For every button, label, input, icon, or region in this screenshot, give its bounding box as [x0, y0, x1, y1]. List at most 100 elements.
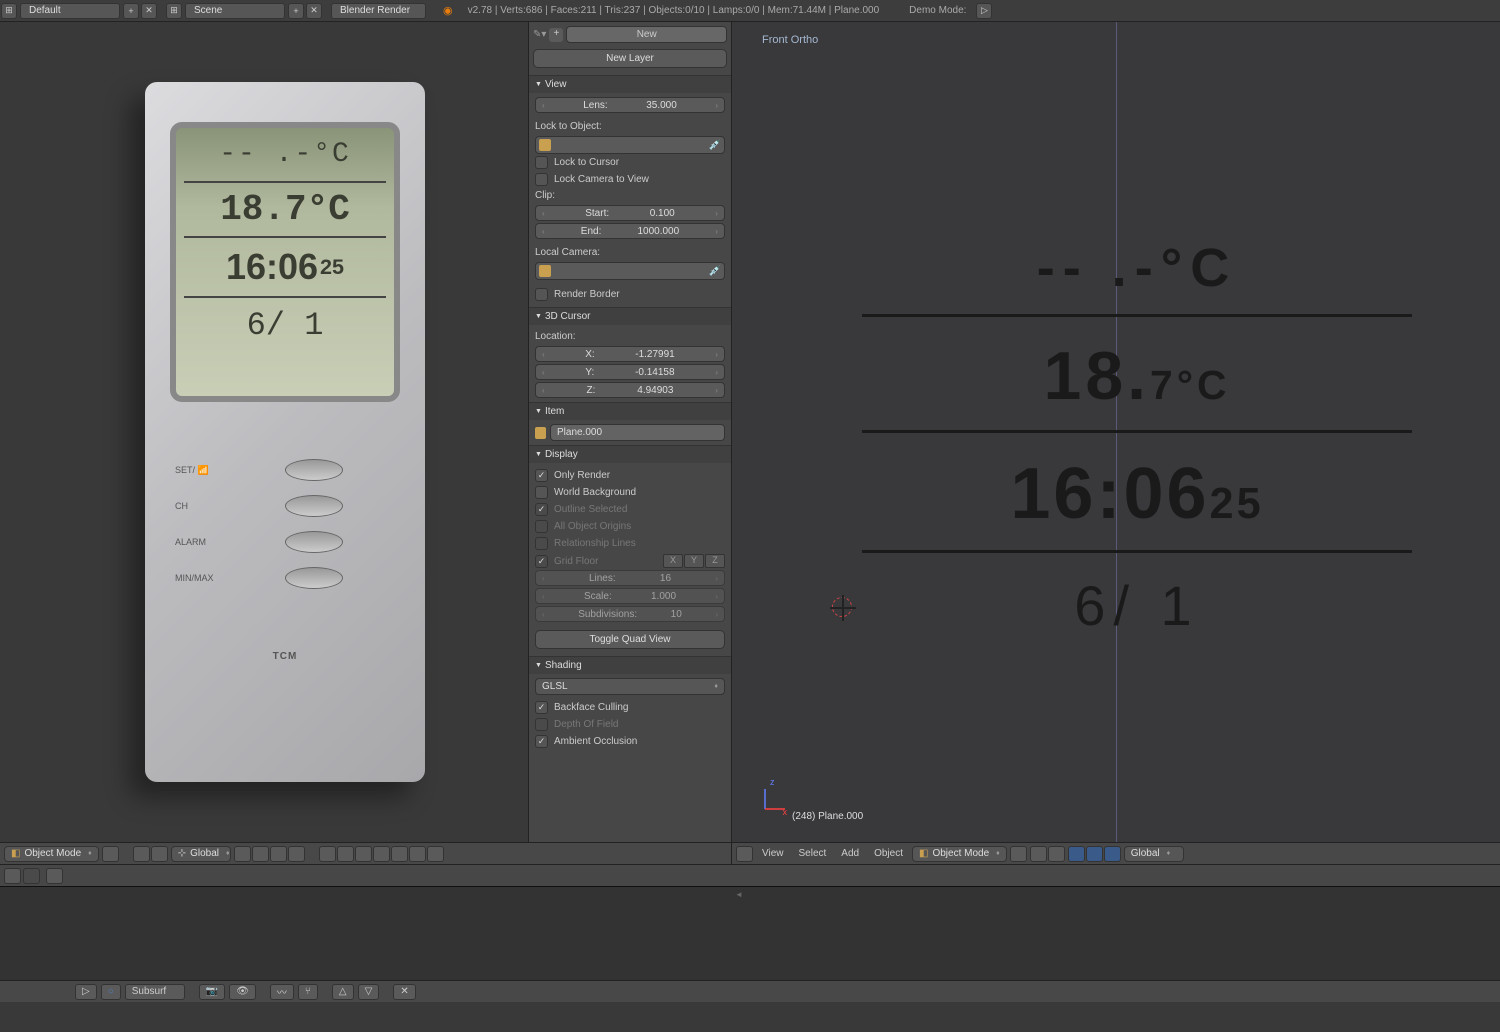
object-menu[interactable]: Object [868, 848, 909, 859]
cursor-y-field[interactable]: ‹Y:-0.14158› [535, 364, 725, 380]
delete-layout-button[interactable]: ✕ [141, 3, 157, 19]
editor-type-icon[interactable] [736, 846, 753, 862]
tool-icon[interactable] [427, 846, 444, 862]
viewport-left[interactable]: -- .-°C 18.7°C 16:0625 6/ 1 SET/ 📶 CH AL… [0, 22, 528, 842]
eye-icon[interactable]: 👁 [229, 984, 256, 1000]
toggle-quad-button[interactable]: Toggle Quad View [535, 630, 725, 649]
lens-field[interactable]: ‹Lens:35.000› [535, 97, 725, 113]
strip-icon[interactable] [46, 868, 63, 884]
render-border-checkbox[interactable] [535, 288, 548, 301]
world-bg-label: World Background [554, 487, 636, 498]
ao-label: Ambient Occlusion [554, 736, 637, 747]
add-layout-button[interactable]: + [123, 3, 139, 19]
fork-icon[interactable]: ⑂ [298, 984, 318, 1000]
local-camera-field[interactable]: 💉 [535, 262, 725, 280]
seg-row-2: 18.7°C [862, 337, 1412, 433]
clip-start-field[interactable]: ‹Start:0.100› [535, 205, 725, 221]
tool-icon[interactable] [355, 846, 372, 862]
local-camera-label: Local Camera: [535, 247, 725, 258]
ao-checkbox[interactable] [535, 735, 548, 748]
add-scene-button[interactable]: + [288, 3, 304, 19]
scene-dropdown[interactable]: Scene [185, 3, 285, 19]
layer-icon[interactable] [234, 846, 251, 862]
up-icon[interactable]: △ [332, 984, 354, 1000]
manip-icon[interactable] [151, 846, 168, 862]
manip-scale-icon[interactable] [1104, 846, 1121, 862]
world-bg-checkbox[interactable] [535, 486, 548, 499]
eyedropper-icon[interactable]: 💉 [709, 266, 721, 277]
shading-section-header[interactable]: Shading [529, 656, 731, 674]
view-menu[interactable]: View [756, 848, 790, 859]
cursor-section-header[interactable]: 3D Cursor [529, 307, 731, 325]
play-icon[interactable]: ▷ [75, 984, 97, 1000]
pivot-icon[interactable] [1030, 846, 1047, 862]
record-icon[interactable]: ○ [101, 984, 121, 1000]
eyedropper-icon[interactable]: 💉 [709, 140, 721, 151]
delete-scene-button[interactable]: ✕ [306, 3, 322, 19]
manip-rot-icon[interactable] [1086, 846, 1103, 862]
strip-icon[interactable] [4, 868, 21, 884]
tool-icon[interactable] [409, 846, 426, 862]
demo-play-button[interactable]: ▷ [976, 3, 992, 19]
lock-camera-checkbox[interactable] [535, 173, 548, 186]
tool-icon[interactable] [319, 846, 336, 862]
subsurf-field[interactable]: Subsurf [125, 984, 185, 1000]
item-name-field[interactable]: Plane.000 [550, 424, 725, 441]
mode-dropdown-left[interactable]: ◧Object Mode [4, 846, 99, 862]
display-section-header[interactable]: Display [529, 445, 731, 463]
viewport-right[interactable]: Front Ortho -- .-°C 18.7°C 16:0625 6/ 1 … [732, 22, 1500, 842]
waveform-icon[interactable]: 〰 [270, 984, 294, 1000]
layer-icon[interactable] [288, 846, 305, 862]
select-menu[interactable]: Select [793, 848, 833, 859]
tool-icon[interactable] [391, 846, 408, 862]
dof-checkbox [535, 718, 548, 731]
viewport-header-bar: ◧Object Mode ⊹Global View Select Add Obj… [0, 842, 1500, 864]
new-button[interactable]: New [566, 26, 727, 43]
cursor-3d-icon [832, 597, 852, 617]
shading-mode-dropdown[interactable]: GLSL [535, 678, 725, 695]
down-icon[interactable]: ▽ [358, 984, 380, 1000]
pencil-icon[interactable]: ✎▾ [533, 29, 546, 40]
cursor-z-field[interactable]: ‹Z:4.94903› [535, 382, 725, 398]
active-object-label: (248) Plane.000 [792, 811, 863, 822]
grid-floor-checkbox [535, 555, 548, 568]
shading-icon[interactable] [102, 846, 119, 862]
manip-move-icon[interactable] [1068, 846, 1085, 862]
scene-browse-icon[interactable]: ⊞ [166, 3, 182, 19]
camera-icon[interactable]: 📷 [199, 984, 225, 1000]
lock-object-field[interactable]: 💉 [535, 136, 725, 154]
cursor-x-field[interactable]: ‹X:-1.27991› [535, 346, 725, 362]
tool-icon[interactable] [337, 846, 354, 862]
layer-icon[interactable] [252, 846, 269, 862]
lock-object-label: Lock to Object: [535, 121, 725, 132]
origins-checkbox [535, 520, 548, 533]
screen-layout-dropdown[interactable]: Default [20, 3, 120, 19]
backface-checkbox[interactable] [535, 701, 548, 714]
layer-icon[interactable] [270, 846, 287, 862]
cube-icon [535, 427, 546, 439]
strip-icon[interactable] [23, 868, 40, 884]
only-render-checkbox[interactable] [535, 469, 548, 482]
info-menu-icon[interactable]: ⊞ [1, 3, 17, 19]
timeline-area[interactable] [0, 886, 1500, 980]
only-render-label: Only Render [554, 470, 610, 481]
cube-icon: ◧ [11, 848, 20, 859]
orientation-dropdown-right[interactable]: Global [1124, 846, 1184, 862]
new-layer-button[interactable]: New Layer [533, 49, 727, 68]
mode-dropdown-right[interactable]: ◧Object Mode [912, 846, 1007, 862]
item-section-header[interactable]: Item [529, 402, 731, 420]
orientation-dropdown-left[interactable]: ⊹Global [171, 846, 231, 862]
demo-mode-label: Demo Mode: [909, 5, 966, 16]
clip-end-field[interactable]: ‹End:1000.000› [535, 223, 725, 239]
manip-icon[interactable] [1048, 846, 1065, 862]
add-menu[interactable]: Add [835, 848, 865, 859]
add-button[interactable]: + [549, 28, 563, 42]
shading-icon[interactable] [1010, 846, 1027, 862]
tool-icon[interactable] [373, 846, 390, 862]
render-engine-dropdown[interactable]: Blender Render [331, 3, 426, 19]
pivot-icon[interactable] [133, 846, 150, 862]
view-section-header[interactable]: View [529, 75, 731, 93]
lock-cursor-checkbox[interactable] [535, 156, 548, 169]
close-icon[interactable]: ✕ [393, 984, 415, 1000]
top-header: ⊞ Default + ✕ ⊞ Scene + ✕ Blender Render… [0, 0, 1500, 22]
